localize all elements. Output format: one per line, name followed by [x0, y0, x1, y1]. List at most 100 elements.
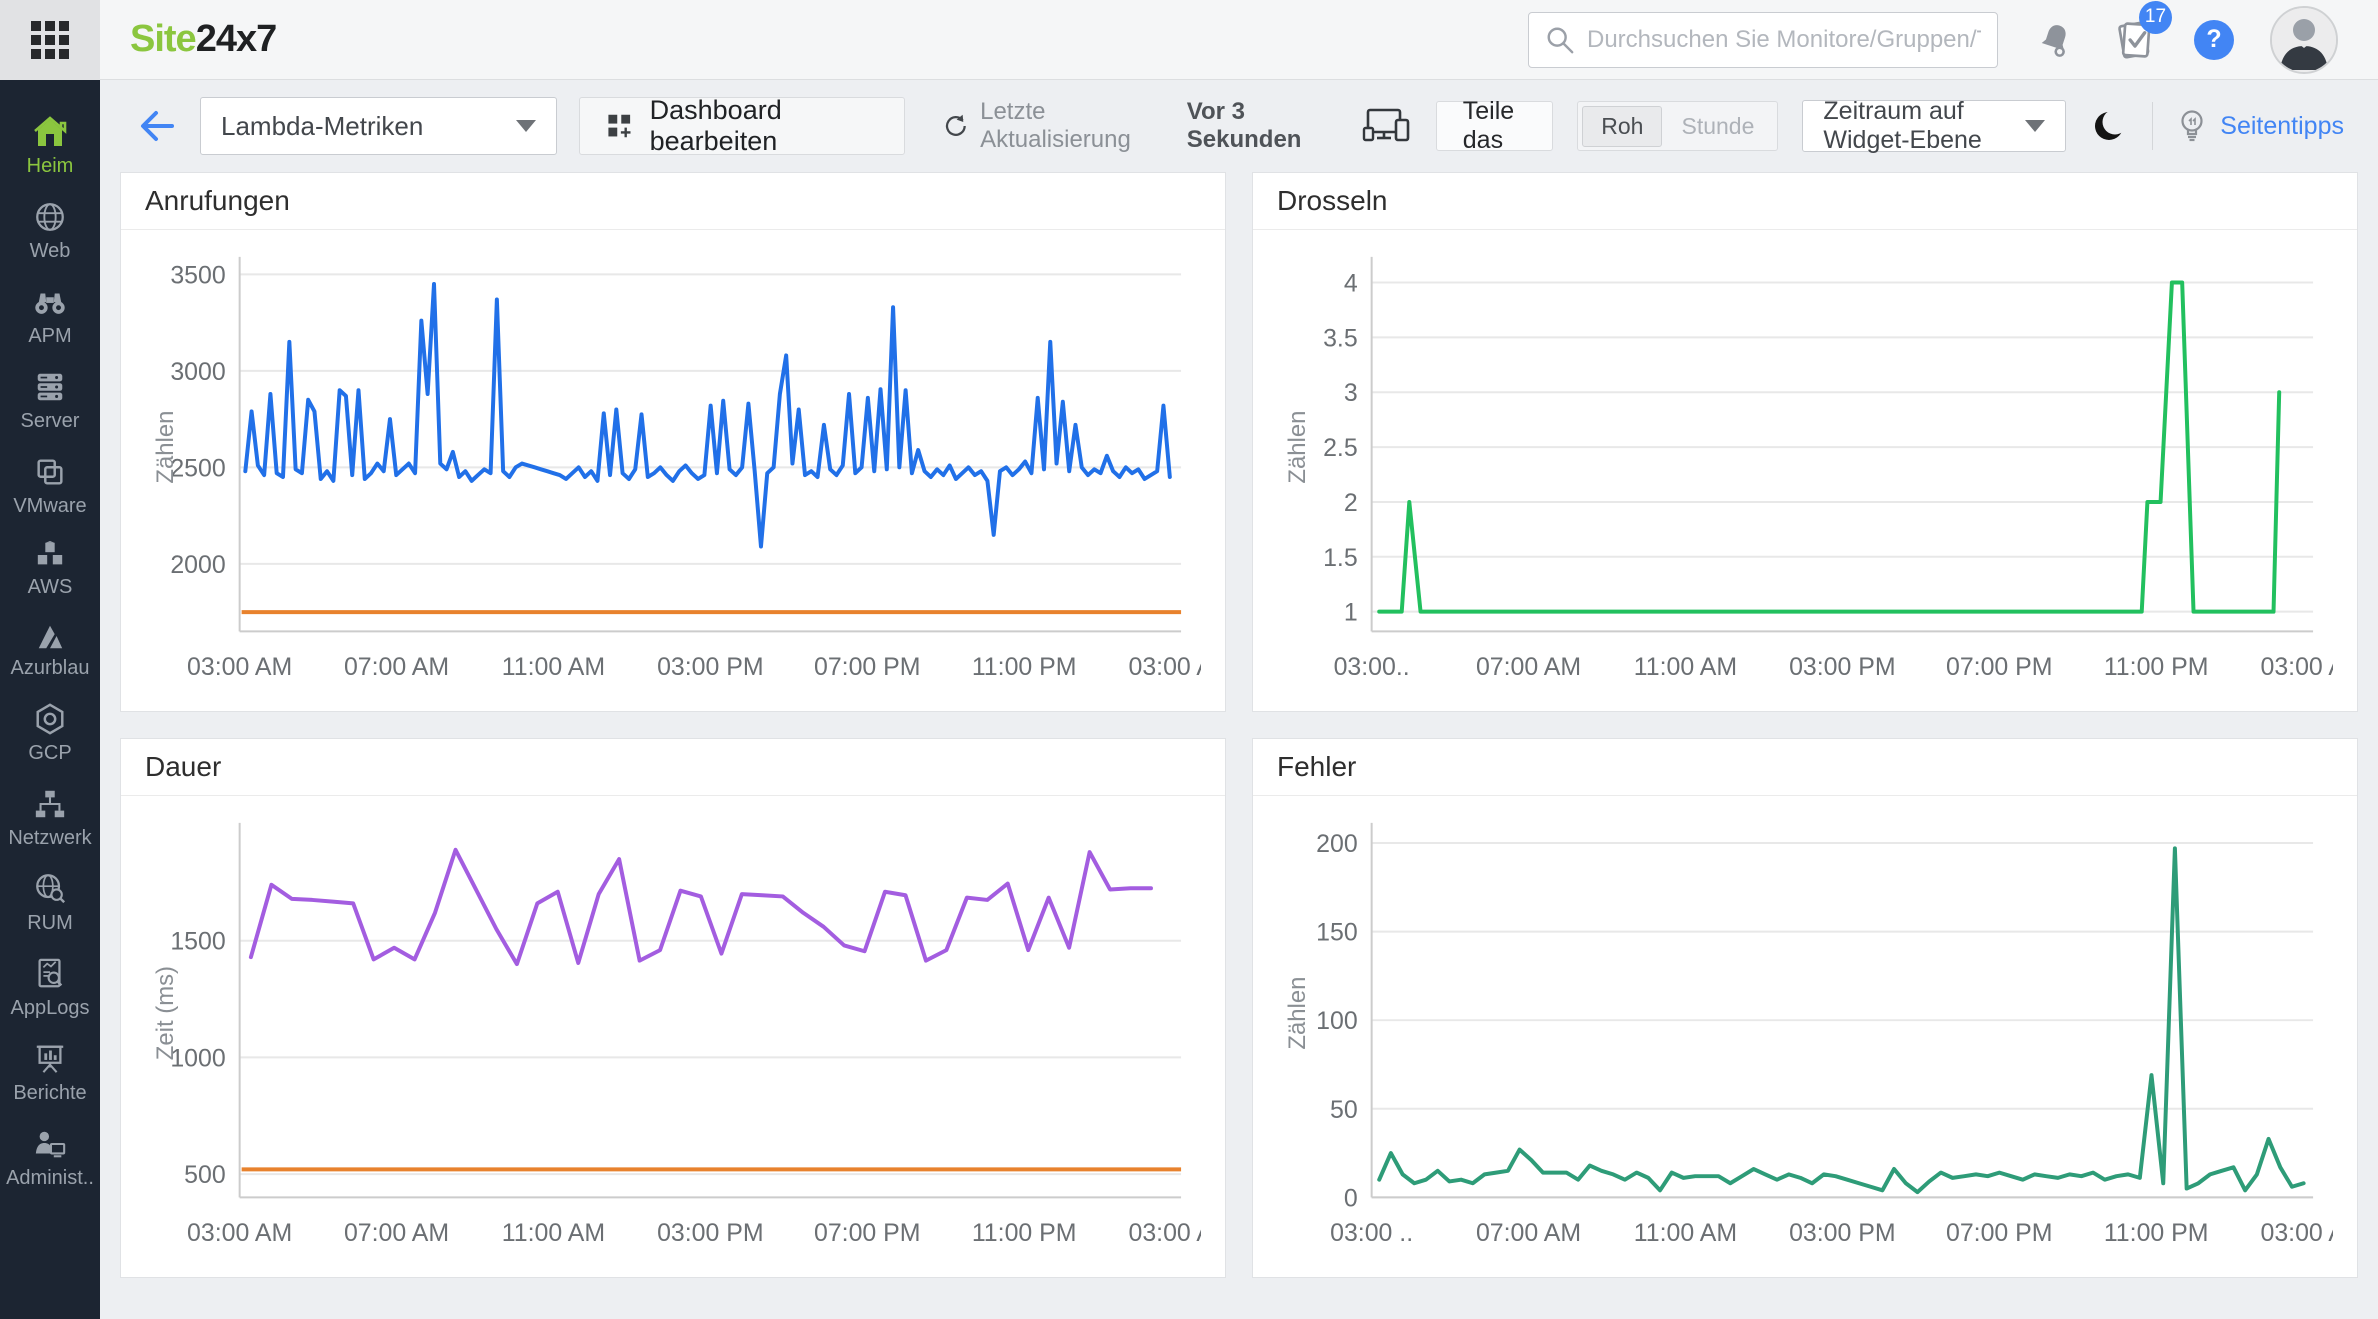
toolbar-divider [2151, 102, 2153, 150]
sidebar-item-aws[interactable]: AWS [0, 529, 100, 610]
sidebar-item-label: VMware [13, 495, 87, 517]
svg-text:03:00 PM: 03:00 PM [657, 653, 764, 681]
sidebar-item-applogs[interactable]: AppLogs [0, 946, 100, 1031]
svg-text:11:00 PM: 11:00 PM [2104, 1219, 2209, 1247]
svg-text:50: 50 [1330, 1096, 1358, 1124]
widget-title: Fehler [1277, 751, 1357, 782]
sidebar-item-label: GCP [28, 742, 72, 764]
period-select-value: Zeitraum auf Widget-Ebene [1823, 97, 1982, 154]
binoculars-icon [35, 293, 65, 314]
edit-dashboard-icon [608, 114, 631, 138]
sidebar-item-gcp[interactable]: GCP [0, 691, 100, 776]
search-icon [1547, 27, 1574, 53]
svg-text:07:00 PM: 07:00 PM [1946, 653, 2053, 681]
svg-text:11:00 PM: 11:00 PM [972, 653, 1077, 681]
svg-text:07:00 PM: 07:00 PM [814, 653, 921, 681]
sidebar-item-network[interactable]: Netzwerk [0, 776, 100, 861]
sidebar-item-reports[interactable]: Berichte [0, 1031, 100, 1116]
svg-text:2: 2 [1344, 489, 1358, 517]
apps-grid-icon [31, 20, 69, 59]
devices-view-button[interactable] [1362, 104, 1412, 148]
chevron-down-icon [516, 120, 537, 132]
svg-text:07:00 PM: 07:00 PM [1946, 1219, 2053, 1247]
svg-text:150: 150 [1316, 919, 1358, 947]
sidebar-item-vmware[interactable]: VMware [0, 444, 100, 529]
svg-text:3: 3 [1344, 379, 1358, 407]
widget-title: Drosseln [1277, 185, 1388, 216]
share-button[interactable]: Teile das [1435, 97, 1554, 154]
svg-text:Zählen: Zählen [1284, 411, 1311, 484]
avatar-person-icon [2272, 7, 2336, 72]
aws-icon [37, 540, 63, 565]
app-grid-menu-button[interactable] [0, 0, 100, 80]
dashboard-select[interactable]: Lambda-Metriken [200, 97, 558, 155]
granularity-raw-option[interactable]: Roh [1582, 105, 1663, 147]
refresh-icon[interactable] [941, 110, 968, 142]
invocations-line-chart[interactable]: 200025003000350003:00 AM 07:00 AM 11:00 AM… [145, 244, 1201, 702]
svg-text:07:00 AM: 07:00 AM [1476, 1219, 1581, 1247]
page-tips[interactable]: Seitentipps [2176, 108, 2344, 144]
svg-text:11:00 AM: 11:00 AM [1634, 653, 1737, 681]
granularity-hour-option[interactable]: Stunde [1662, 106, 1773, 147]
azure-icon [38, 625, 63, 649]
sidebar-item-label: Azurblau [10, 657, 90, 679]
svg-text:07:00 PM: 07:00 PM [814, 1219, 921, 1247]
svg-text:07:00 AM: 07:00 AM [1476, 653, 1581, 681]
back-button[interactable] [134, 106, 178, 146]
dashboard-toolbar: Lambda-Metriken Dashboard bearbeiten Let… [100, 80, 2378, 172]
help-button[interactable]: ? [2194, 19, 2234, 60]
svg-text:03:00 AM: 03:00 AM [2260, 653, 2333, 681]
share-label: Teile das [1462, 97, 1515, 154]
rum-globe-search-icon [36, 874, 66, 904]
sidebar-nav: Heim Web APM Server VMware AWS Azurblau … [0, 80, 100, 1319]
sidebar-item-label: AWS [27, 576, 73, 598]
svg-text:03:00..: 03:00.. [1334, 653, 1410, 681]
globe-icon [36, 203, 64, 231]
tasks-badge: 17 [2139, 0, 2172, 34]
widget-duration: Dauer 500 1000 1500 03:00 AM 07:00 AM 11:00 A… [120, 738, 1226, 1278]
sidebar-item-label: APM [28, 325, 72, 347]
last-update-label: Letzte Aktualisierung [980, 98, 1131, 153]
period-select[interactable]: Zeitraum auf Widget-Ebene [1802, 97, 2066, 154]
applogs-icon [38, 958, 63, 988]
svg-text:07:00 AM: 07:00 AM [344, 1219, 449, 1247]
edit-dashboard-button[interactable]: Dashboard bearbeiten [579, 95, 905, 156]
throttles-line-chart[interactable]: 1 1.5 2 2.5 3 3.5 4 03:00.. 07:00 AM 11:00 AM 03:0… [1277, 244, 2333, 702]
last-update-value: Vor 3 Sekunden [1186, 98, 1302, 153]
top-bar: Site24x7 17 ? [0, 0, 2378, 80]
errors-line-chart[interactable]: 0 50 100 150 200 03:00 .. 07:00 AM 11:00 AM 03:0… [1277, 810, 2333, 1268]
moon-icon [2094, 109, 2128, 140]
sidebar-item-server[interactable]: Server [0, 359, 100, 444]
user-avatar[interactable] [2270, 5, 2338, 74]
search-input[interactable] [1587, 25, 1981, 54]
widget-title: Dauer [145, 751, 222, 782]
dark-mode-toggle[interactable] [2090, 107, 2128, 145]
sidebar-item-admin[interactable]: Administ.. [0, 1116, 100, 1201]
svg-text:1: 1 [1344, 599, 1358, 627]
notifications-button[interactable] [2034, 19, 2076, 61]
sidebar-item-home[interactable]: Heim [0, 104, 100, 189]
help-icon: ? [2194, 19, 2234, 60]
page-tips-link: Seitentipps [2220, 111, 2344, 140]
sidebar-item-rum[interactable]: RUM [0, 861, 100, 946]
sidebar-item-label: Administ.. [6, 1167, 94, 1189]
tasks-button[interactable]: 17 [2112, 0, 2172, 63]
duration-line-chart[interactable]: 5001000150003:00 AM 07:00 AM 11:00 AM 03:00… [145, 810, 1201, 1268]
sidebar-item-label: AppLogs [10, 997, 90, 1019]
svg-text:11:00 AM: 11:00 AM [502, 653, 605, 681]
sidebar-item-label: Server [20, 410, 80, 432]
svg-text:2.5: 2.5 [1323, 434, 1358, 462]
svg-text:Zählen: Zählen [1284, 977, 1311, 1050]
gcp-icon [36, 703, 64, 735]
sidebar-item-apm[interactable]: APM [0, 274, 100, 359]
svg-text:03:00 AM: 03:00 AM [2260, 1219, 2333, 1247]
global-search[interactable] [1528, 11, 1998, 68]
svg-text:1500: 1500 [170, 928, 225, 956]
sidebar-item-azure[interactable]: Azurblau [0, 610, 100, 691]
dashboard-select-value: Lambda-Metriken [221, 110, 424, 141]
sidebar-item-label: Netzwerk [8, 827, 92, 849]
svg-text:03:00 AM: 03:00 AM [1128, 1219, 1201, 1247]
sidebar-item-web[interactable]: Web [0, 189, 100, 274]
svg-text:3500: 3500 [170, 261, 225, 289]
svg-text:11:00 AM: 11:00 AM [1634, 1219, 1737, 1247]
